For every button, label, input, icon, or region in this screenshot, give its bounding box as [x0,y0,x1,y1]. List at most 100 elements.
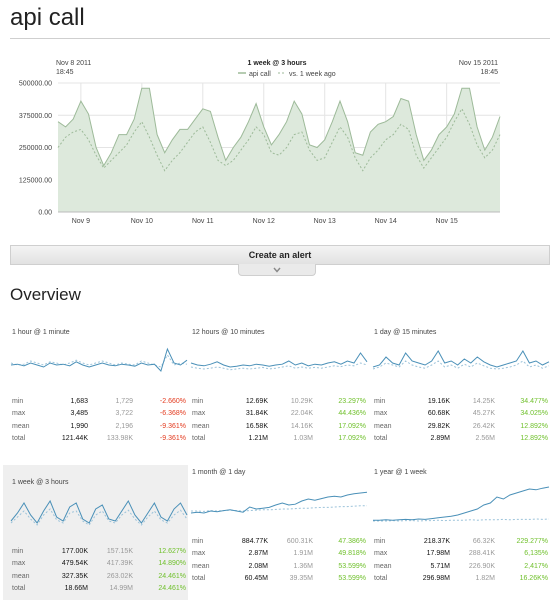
panel-stats-table: min 19.16K 14.25K 34.477% max 60.68K 45.27K 34.… [374,395,548,445]
stats-row: max 479.54K 417.39K 14.890% [12,558,186,571]
stat-label: total [192,575,206,583]
stat-change-percent: 49.818% [338,550,366,558]
stat-label: mean [192,422,210,430]
chart-start-date: Nov 8 2011 [56,60,91,67]
overview-panel[interactable]: 1 week @ 3 hours min 177.00K 157.15K 12.627%… [3,465,188,600]
stat-label: mean [12,422,30,430]
y-tick-label: 250000.00 [19,145,52,152]
legend-current-label: api call [249,71,271,78]
x-tick-label: Nov 14 [375,218,397,225]
stat-previous-value: 2,196 [115,422,133,430]
stat-current-value: 2.08M [248,562,268,570]
stat-change-percent: -2.660% [159,397,186,405]
stat-previous-value: 288.41K [468,550,495,558]
stat-previous-value: 2.56M [475,435,495,443]
stat-previous-value: 45.27K [472,410,495,418]
stat-current-value: 17.98M [426,550,450,558]
stat-label: max [374,410,388,418]
chevron-down-icon [273,267,281,273]
alert-expand-toggle[interactable] [238,264,316,276]
panel-stats-table: min 884.77K 600.31K 47.386% max 2.87M 1.91M 49.… [192,535,366,585]
y-tick-label: 125000.00 [19,177,52,184]
stat-previous-value: 14.25K [472,397,495,405]
stats-row: max 60.68K 45.27K 34.025% [374,408,548,421]
stat-current-value: 296.98M [422,575,450,583]
stats-row: max 31.84K 22.04K 44.436% [192,408,366,421]
stat-change-percent: 2,417% [524,562,548,570]
stats-row: min 884.77K 600.31K 47.386% [192,535,366,548]
main-chart[interactable]: Nov 8 2011 18:45 Nov 15 2011 18:45 1 wee… [10,58,550,238]
stat-change-percent: 229.277% [516,537,548,545]
panel-stats-table: min 177.00K 157.15K 12.627% max 479.54K 417.39… [12,545,186,595]
stat-change-percent: 34.477% [520,397,548,405]
panel-title: 1 month @ 1 day [192,469,246,476]
overview-panel[interactable]: 1 month @ 1 day min 884.77K 600.31K 47.386% m… [190,465,368,590]
chart-end-time: 18:45 [480,69,498,76]
stat-current-value: 218.37K [423,537,450,545]
panel-stats-table: min 218.37K 66.32K 229.277% max 17.98M 288.41K… [374,535,548,585]
stat-label: min [374,397,386,405]
y-tick-label: 375000.00 [19,113,52,120]
panel-title: 1 year @ 1 week [374,469,427,476]
sparkline-current [10,347,188,372]
stat-current-value: 29.82K [427,422,450,430]
stat-label: max [12,560,26,568]
stat-current-value: 2.89M [430,435,450,443]
panel-sparkline [10,347,188,372]
stats-row: mean 1,990 2,196 -9.361% [12,420,186,433]
chart-end-date: Nov 15 2011 [459,60,498,67]
sparkline-current [372,350,550,368]
x-tick-label: Nov 9 [72,218,90,225]
stats-row: total 18.66M 14.99M 24.461% [12,583,186,596]
stat-previous-value: 1,729 [115,397,133,405]
stat-previous-value: 3,722 [115,410,133,418]
chart-start-time: 18:45 [56,69,74,76]
x-tick-label: Nov 15 [436,218,458,225]
stat-previous-value: 1.36M [293,562,313,570]
stats-row: total 1.21M 1.03M 17.092% [192,433,366,446]
stats-row: min 218.37K 66.32K 229.277% [374,535,548,548]
stat-previous-value: 26.42K [472,422,495,430]
stat-current-value: 327.35K [61,572,88,580]
overview-panel[interactable]: 1 day @ 15 minutes min 19.16K 14.25K 34.477%… [372,325,550,450]
stats-row: total 296.98M 1.82M 16.26K% [374,573,548,586]
stat-change-percent: 6,135% [524,550,548,558]
stat-label: total [192,435,206,443]
stat-change-percent: -9.361% [159,422,186,430]
panel-sparkline [372,350,550,370]
overview-panel[interactable]: 12 hours @ 10 minutes min 12.69K 10.29K 23.2… [190,325,368,450]
stat-previous-value: 1.03M [293,435,313,443]
stat-change-percent: 24.461% [158,572,186,580]
stat-previous-value: 10.29K [290,397,313,405]
stat-current-value: 60.68K [427,410,450,418]
overview-heading: Overview [10,285,81,304]
stat-current-value: 18.66M [64,585,88,593]
panel-sparkline [190,352,368,371]
stat-label: max [192,550,206,558]
panel-sparkline [10,499,188,526]
create-alert-button[interactable]: Create an alert [10,245,550,265]
chart-title: 1 week @ 3 hours [248,60,307,67]
stat-current-value: 479.54K [61,560,88,568]
stat-previous-value: 22.04K [290,410,313,418]
stat-label: min [192,397,204,405]
stat-change-percent: 17.092% [338,422,366,430]
stat-previous-value: 600.31K [286,537,313,545]
stat-label: max [12,410,26,418]
stat-previous-value: 66.32K [472,537,495,545]
stat-previous-value: 157.15K [106,547,133,555]
stat-change-percent: 53.599% [338,562,366,570]
overview-panel[interactable]: 1 year @ 1 week min 218.37K 66.32K 229.277% m… [372,465,550,590]
stat-change-percent: 24.461% [158,585,186,593]
overview-panel[interactable]: 1 hour @ 1 minute min 1,683 1,729 -2.660% max… [10,325,188,450]
stats-row: mean 29.82K 26.42K 12.892% [374,420,548,433]
stat-current-value: 3,485 [70,410,88,418]
stats-row: mean 16.58K 14.16K 17.092% [192,420,366,433]
panel-sparkline [373,486,550,522]
stat-label: mean [192,562,210,570]
sparkline-current [190,491,368,514]
stat-change-percent: 44.436% [338,410,366,418]
stats-row: total 121.44K 133.98K -9.361% [12,433,186,446]
stat-change-percent: -9.361% [159,435,186,443]
stat-label: total [374,575,388,583]
